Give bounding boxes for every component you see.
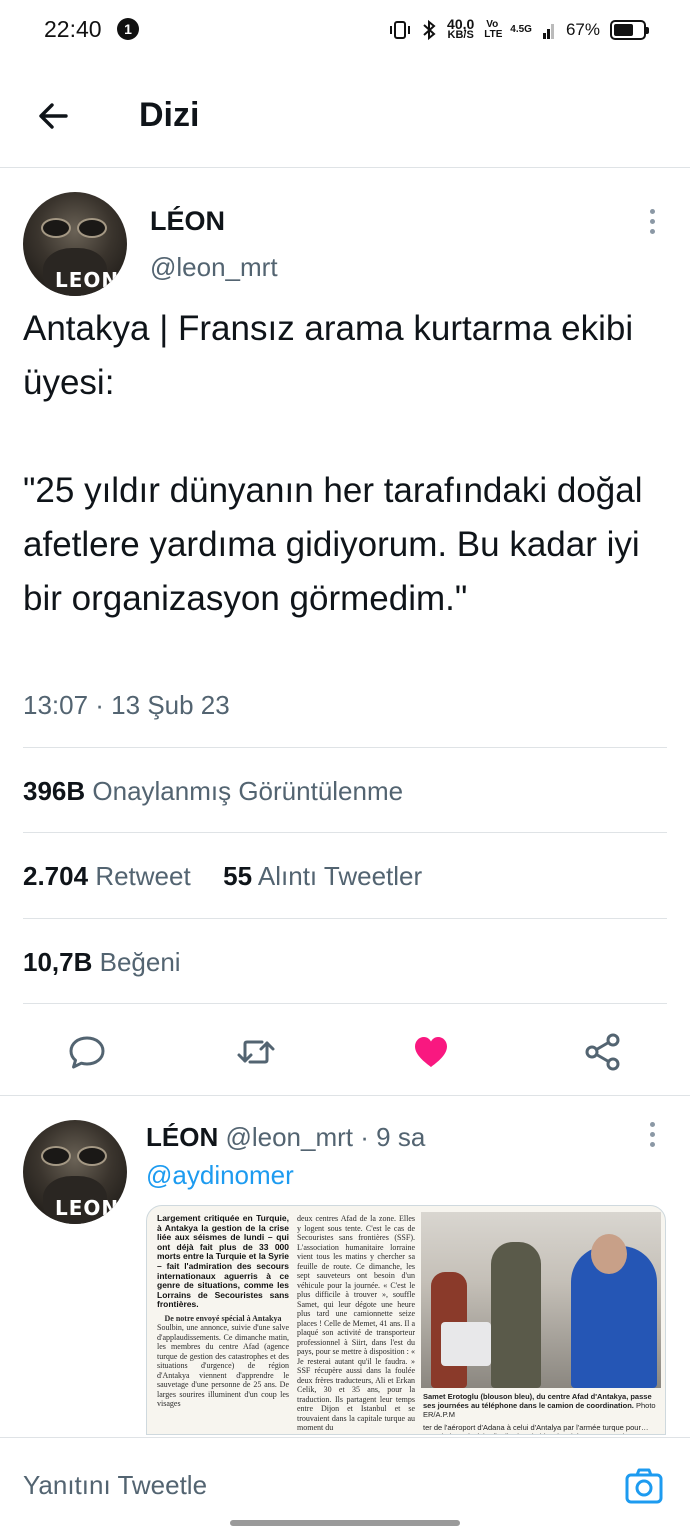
reply-input[interactable]: Yanıtını Tweetle: [23, 1470, 207, 1501]
quote-count: 55: [223, 861, 253, 891]
tweet-text: Antakya | Fransız arama kurtarma ekibi ü…: [23, 309, 643, 618]
reply-mention[interactable]: @aydinomer: [146, 1160, 294, 1191]
news-column-2: deux centres Afad de la zone. Elles y lo…: [297, 1214, 415, 1432]
bluetooth-icon: [423, 19, 436, 41]
reply-time: · 9 sa: [360, 1122, 426, 1152]
news-column-1: Largement critiquée en Turquie, à Antaky…: [157, 1214, 289, 1434]
camera-icon[interactable]: [624, 1466, 664, 1506]
news-lead: Largement critiquée en Turquie, à Antaky…: [157, 1214, 289, 1310]
retweet-label: Retweet: [95, 861, 191, 891]
author-avatar[interactable]: LEON: [23, 192, 127, 296]
page-title: Dizi: [139, 96, 200, 134]
top-app-bar: Dizi: [0, 62, 690, 168]
news-caption: Samet Erotoglu (blouson bleu), du centre…: [423, 1392, 656, 1434]
author-handle[interactable]: @leon_mrt: [150, 252, 278, 283]
views-row: 396B Onaylanmış Görüntülenme: [23, 747, 667, 833]
reply-icon[interactable]: [67, 1032, 107, 1072]
vibrate-icon: [390, 21, 411, 39]
arrow-left-icon[interactable]: [34, 96, 74, 136]
tweet-actions: [23, 1003, 667, 1095]
reply-more-options-icon[interactable]: [648, 1122, 656, 1152]
retweet-count: 2.704: [23, 861, 89, 891]
reply-author-avatar[interactable]: LEON: [23, 1120, 127, 1224]
signal-icon: [542, 24, 554, 39]
avatar-label: LEON: [55, 268, 120, 292]
reply-author-name: LÉON: [146, 1122, 219, 1152]
notification-badge: 1: [117, 18, 139, 40]
status-icons: 40,0 KB/S Vo LTE 4.5G 67%: [389, 14, 649, 46]
news-photo: [421, 1212, 661, 1388]
news-body-1: Soulbin, une annonce, suivie d'une salve…: [157, 1323, 289, 1409]
retweets-stat[interactable]: 2.704 Retweet: [23, 861, 191, 891]
battery-percent: 67%: [565, 20, 600, 39]
retweet-icon[interactable]: [236, 1032, 276, 1072]
heart-icon[interactable]: [411, 1032, 451, 1072]
share-icon[interactable]: [583, 1032, 623, 1072]
news-byline: De notre envoyé spécial à Antakya: [164, 1313, 282, 1323]
network-type: 4.5G: [510, 24, 532, 35]
author-name[interactable]: LÉON: [150, 206, 225, 237]
more-options-icon[interactable]: [648, 209, 656, 239]
tweet-timestamp[interactable]: 13:07 · 13 Şub 23: [23, 690, 230, 721]
network-speed: 40,0 KB/S: [447, 16, 475, 41]
battery-icon: [610, 20, 649, 40]
reply-author-handle: @leon_mrt: [225, 1122, 354, 1152]
quote-label: Alıntı Tweetler: [257, 861, 423, 891]
newspaper-image[interactable]: Largement critiquée en Turquie, à Antaky…: [146, 1205, 666, 1435]
status-bar: 22:40 1 40,0 KB/S Vo LTE 4.5G 67%: [0, 0, 690, 62]
home-indicator[interactable]: [230, 1520, 460, 1526]
status-time: 22:40: [44, 16, 102, 42]
reply-header[interactable]: LÉON @leon_mrt · 9 sa: [146, 1122, 425, 1153]
likes-row[interactable]: 10,7B Beğeni: [23, 918, 667, 1004]
volte-indicator: Vo LTE: [484, 19, 503, 40]
engagement-row: 2.704 Retweet 55 Alıntı Tweetler: [23, 832, 667, 918]
views-count: 396B: [23, 776, 86, 806]
reply-composer[interactable]: Yanıtını Tweetle: [0, 1437, 690, 1533]
avatar-label: LEON: [55, 1196, 120, 1220]
like-label: Beğeni: [99, 947, 181, 977]
views-label: Onaylanmış Görüntülenme: [92, 776, 404, 806]
divider: [0, 1095, 690, 1096]
like-count: 10,7B: [23, 947, 93, 977]
quotes-stat[interactable]: 55 Alıntı Tweetler: [223, 861, 422, 891]
